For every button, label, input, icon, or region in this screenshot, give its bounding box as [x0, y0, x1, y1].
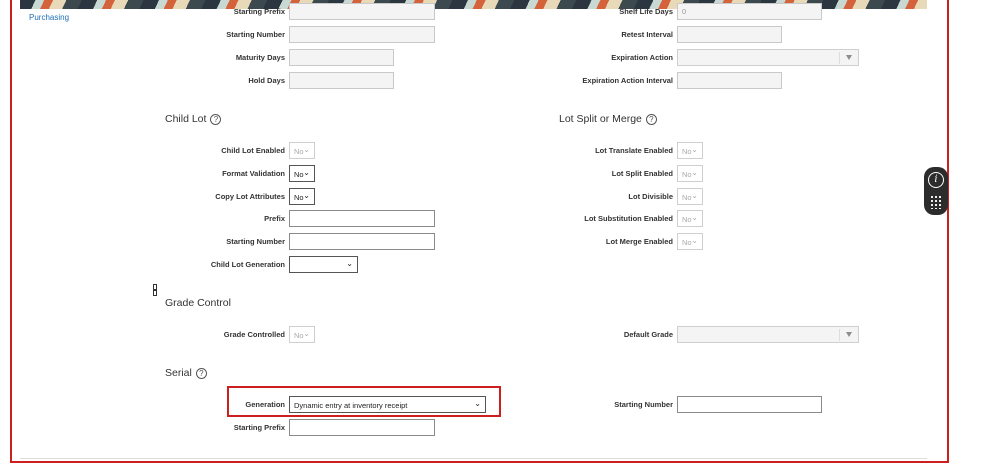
chevron-down-icon: ⌄ [303, 168, 310, 177]
help-icon[interactable]: ? [645, 113, 657, 125]
grade-control-heading: Grade Control [165, 297, 231, 309]
label-starting-prefix: Starting Prefix [233, 7, 285, 16]
label-serial-starting-number: Starting Number [614, 400, 673, 409]
chevron-down-icon: ⌄ [691, 191, 698, 200]
label-format-validation: Format Validation [222, 169, 285, 178]
sidebar-link-purchasing[interactable]: Purchasing [29, 13, 69, 22]
child-lot-prefix-input[interactable] [289, 210, 435, 227]
label-hold-days: Hold Days [248, 76, 285, 85]
format-validation-select[interactable]: No ⌄ [289, 165, 315, 182]
lot-split-merge-heading: Lot Split or Merge? [559, 113, 657, 125]
label-lot-merge-enabled: Lot Merge Enabled [605, 237, 673, 246]
dropdown-arrow-icon [846, 332, 852, 337]
label-child-lot-enabled: Child Lot Enabled [221, 146, 285, 155]
label-copy-lot-attributes: Copy Lot Attributes [215, 192, 285, 201]
child-lot-enabled-select: No ⌄ [289, 142, 315, 159]
chevron-down-icon: ⌄ [303, 191, 310, 200]
label-lot-substitution-enabled: Lot Substitution Enabled [584, 214, 673, 223]
starting-prefix-field [289, 3, 435, 20]
child-lot-starting-number-input[interactable] [289, 233, 435, 250]
serial-heading: Serial? [165, 367, 207, 379]
serial-starting-number-input[interactable] [677, 396, 822, 413]
chevron-down-icon: ⌄ [474, 399, 481, 408]
copy-lot-attributes-select[interactable]: No ⌄ [289, 188, 315, 205]
label-grade-controlled: Grade Controlled [223, 330, 285, 339]
label-maturity-days: Maturity Days [235, 53, 285, 62]
label-child-starting-number: Starting Number [226, 237, 285, 246]
help-icon[interactable]: ? [195, 367, 207, 379]
lot-split-enabled-select: No ⌄ [677, 165, 703, 182]
hold-days-field [289, 72, 394, 89]
child-lot-heading: Child Lot? [165, 113, 222, 125]
shelf-life-days-field: 0 [677, 3, 822, 20]
shelf-life-value: 0 [682, 7, 687, 16]
section-collapse-handle[interactable] [153, 284, 157, 296]
label-expiration-action: Expiration Action [611, 53, 673, 62]
label-lot-translate-enabled: Lot Translate Enabled [595, 146, 673, 155]
chevron-down-icon: ⌄ [691, 213, 698, 222]
child-lot-generation-select[interactable]: ⌄ [289, 256, 358, 273]
label-serial-starting-prefix: Starting Prefix [233, 423, 285, 432]
lot-divisible-select: No ⌄ [677, 188, 703, 205]
lot-translate-enabled-select: No ⌄ [677, 142, 703, 159]
divider [20, 458, 927, 459]
starting-number-field [289, 26, 435, 43]
chevron-down-icon: ⌄ [691, 168, 698, 177]
chevron-down-icon: ⌄ [691, 145, 698, 154]
expiration-action-select[interactable] [677, 49, 859, 66]
grade-controlled-select: No ⌄ [289, 326, 315, 343]
label-generation: Generation [245, 400, 285, 409]
label-default-grade: Default Grade [623, 330, 673, 339]
chevron-down-icon: ⌄ [303, 329, 310, 338]
expiration-action-interval-field [677, 72, 782, 89]
help-icon[interactable]: ? [210, 113, 222, 125]
grid-menu-icon[interactable] [930, 195, 942, 209]
serial-starting-prefix-input[interactable] [289, 419, 435, 436]
maturity-days-field [289, 49, 394, 66]
retest-interval-field [677, 26, 782, 43]
chevron-down-icon: ⌄ [346, 259, 353, 268]
label-retest-interval: Retest Interval [621, 30, 673, 39]
default-grade-select[interactable] [677, 326, 859, 343]
label-child-lot-generation: Child Lot Generation [210, 260, 285, 269]
chevron-down-icon: ⌄ [691, 236, 698, 245]
side-help-widget[interactable]: i [924, 167, 948, 215]
lot-merge-enabled-select: No ⌄ [677, 233, 703, 250]
info-icon[interactable]: i [928, 172, 944, 188]
label-starting-number: Starting Number [226, 30, 285, 39]
label-lot-divisible: Lot Divisible [628, 192, 673, 201]
label-lot-split-enabled: Lot Split Enabled [611, 169, 673, 178]
lot-substitution-enabled-select: No ⌄ [677, 210, 703, 227]
label-expiration-action-interval: Expiration Action Interval [582, 76, 673, 85]
label-prefix: Prefix [264, 214, 285, 223]
chevron-down-icon: ⌄ [303, 145, 310, 154]
label-shelf-life-days: Shelf Life Days [619, 7, 673, 16]
serial-generation-select[interactable]: Dynamic entry at inventory receipt ⌄ [289, 396, 486, 413]
dropdown-arrow-icon [846, 55, 852, 60]
